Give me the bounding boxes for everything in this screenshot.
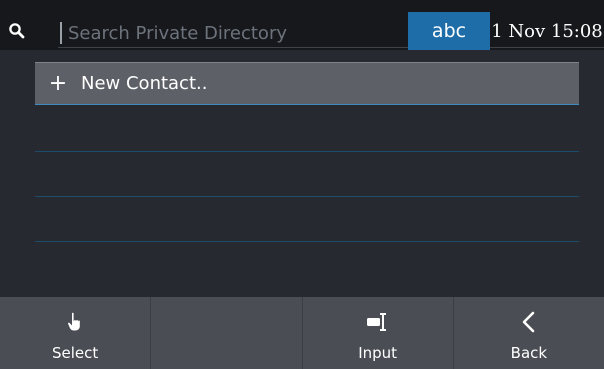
contact-list: + New Contact.. [35,62,579,242]
input-label: Input [358,344,398,362]
back-label: Back [510,344,548,362]
list-divider [35,241,579,242]
search-bar: abc 1 Nov 15:08 [0,0,604,50]
chevron-left-icon [522,311,535,333]
select-label: Select [51,344,99,362]
softkey-bar: Select Input Back [0,297,604,369]
text-cursor-icon [366,313,386,331]
search-input[interactable] [60,22,408,44]
select-softkey[interactable]: Select [0,297,152,369]
new-contact-label: New Contact.. [81,73,208,94]
plus-icon: + [48,71,68,96]
input-mode-button[interactable]: abc [408,12,490,50]
empty-softkey[interactable] [151,297,303,369]
search-icon[interactable] [8,22,26,40]
back-softkey[interactable]: Back [454,297,604,369]
hand-pointer-icon [68,312,80,331]
date-time: 1 Nov 15:08 [491,20,603,42]
input-softkey[interactable]: Input [303,297,454,369]
new-contact-item[interactable]: + New Contact.. [35,62,579,105]
